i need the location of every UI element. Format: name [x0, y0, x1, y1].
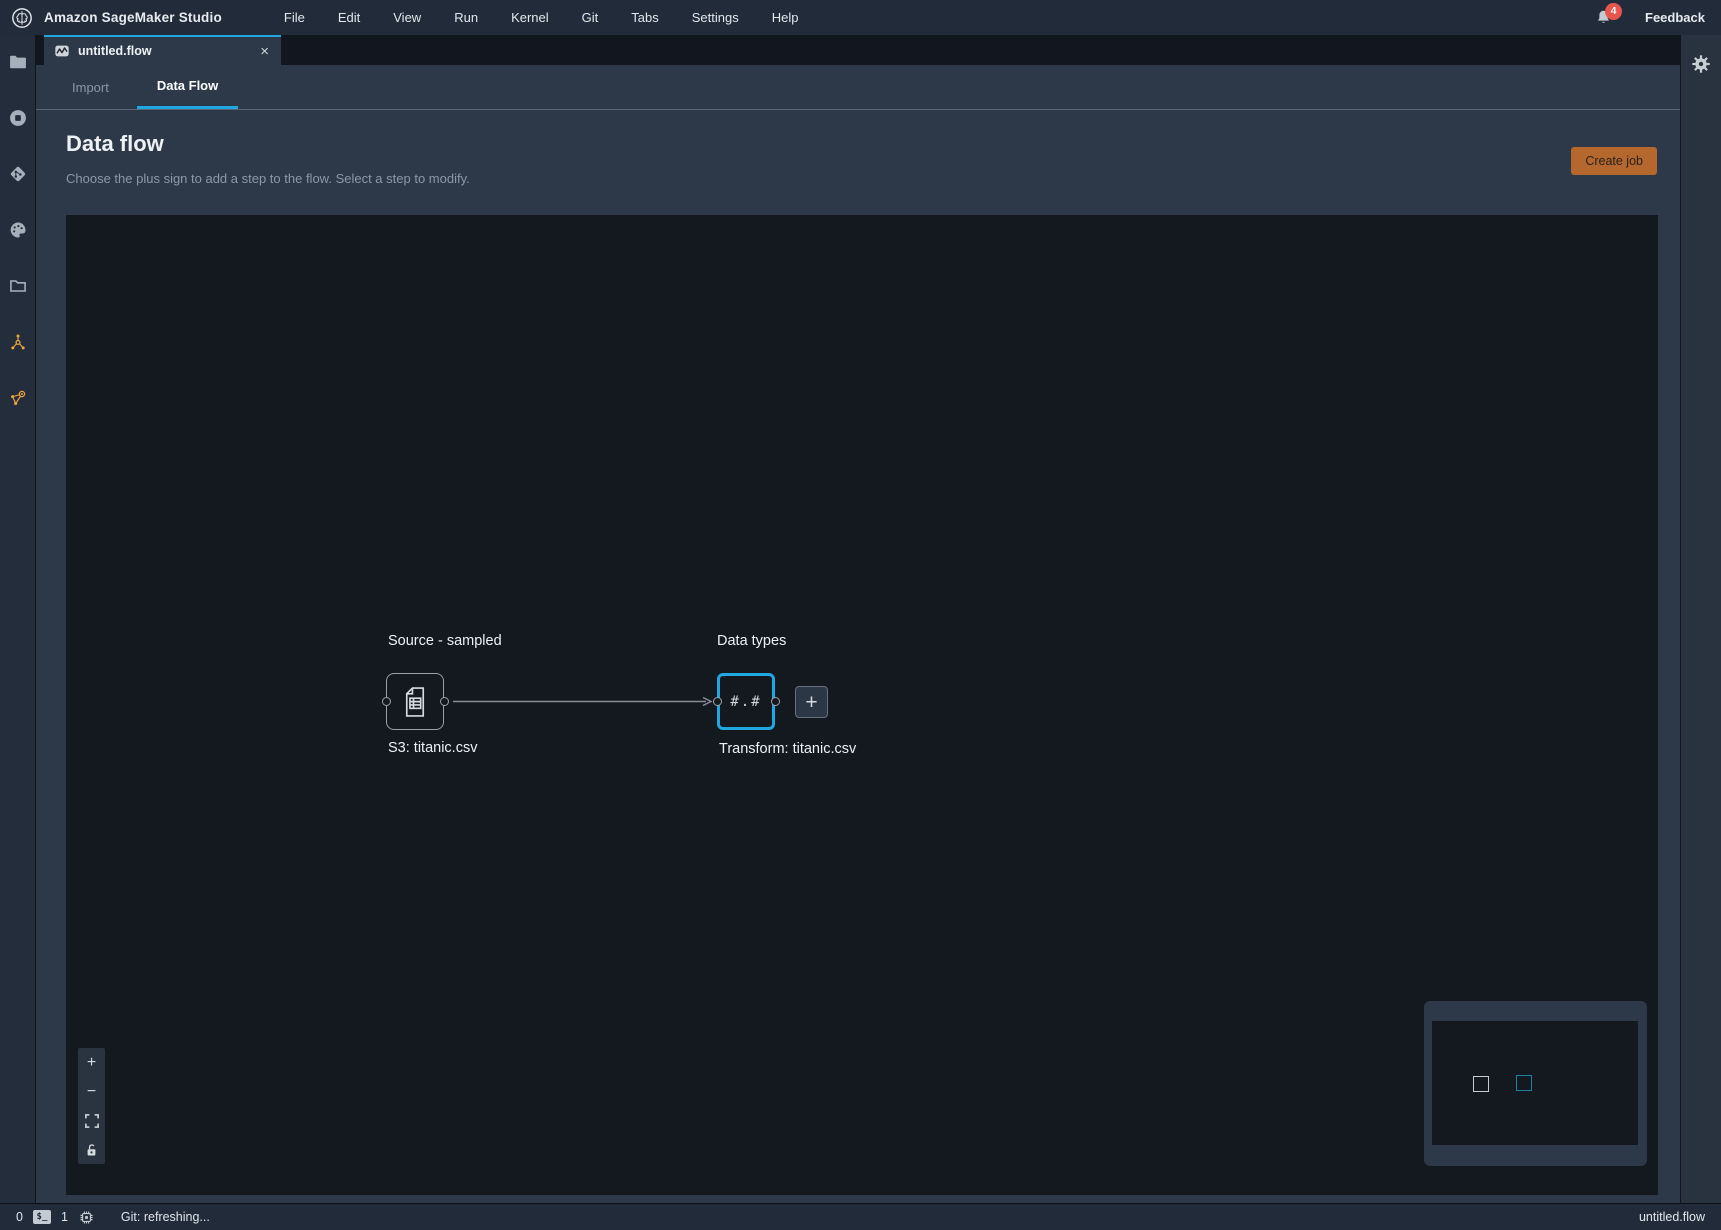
menu-edit[interactable]: Edit — [338, 10, 360, 25]
feedback-link[interactable]: Feedback — [1645, 10, 1705, 25]
experiments-network-icon[interactable] — [7, 331, 29, 353]
menu-settings[interactable]: Settings — [692, 10, 739, 25]
flow-edge — [66, 215, 1658, 1195]
menu-view[interactable]: View — [393, 10, 421, 25]
unlock-icon[interactable] — [78, 1135, 105, 1164]
git-status-text[interactable]: Git: refreshing... — [121, 1210, 210, 1224]
menu-git[interactable]: Git — [582, 10, 599, 25]
minimap-viewport — [1432, 1021, 1638, 1145]
canvas-zoom-controls: + − — [78, 1048, 105, 1164]
status-bar: 0 $_ 1 Git: refreshing... untitled.flow — [0, 1203, 1721, 1230]
zoom-in-button[interactable]: + — [78, 1048, 105, 1077]
transform-node[interactable]: #.# — [717, 673, 775, 730]
menu-kernel[interactable]: Kernel — [511, 10, 549, 25]
transform-node-title: Data types — [717, 633, 786, 649]
main-panel: untitled.flow × Import Data Flow Data fl… — [36, 35, 1680, 1203]
minimap-source-node — [1473, 1076, 1489, 1092]
tab-data-flow[interactable]: Data Flow — [137, 65, 238, 109]
kernel-terminal-indicator[interactable]: 0 $_ 1 — [16, 1209, 95, 1226]
minimap-transform-node — [1516, 1075, 1532, 1091]
file-browser-icon[interactable] — [7, 51, 29, 73]
tab-untitled-flow[interactable]: untitled.flow × — [44, 35, 281, 65]
flow-view-tabs: Import Data Flow — [36, 65, 1680, 110]
flow-file-icon — [54, 43, 70, 59]
source-node-input-port[interactable] — [382, 697, 391, 706]
page-title: Data flow — [66, 131, 164, 157]
add-step-button[interactable]: + — [795, 686, 828, 718]
notification-count-badge: 4 — [1605, 3, 1622, 20]
sagemaker-studio-window: Amazon SageMaker Studio File Edit View R… — [0, 0, 1721, 1230]
components-registries-icon[interactable] — [7, 387, 29, 409]
menu-file[interactable]: File — [284, 10, 305, 25]
document-tab-bar: untitled.flow × — [36, 35, 1680, 65]
source-node-label: S3: titanic.csv — [388, 740, 477, 756]
statusbar-filename: untitled.flow — [1639, 1210, 1705, 1224]
tab-label: untitled.flow — [78, 44, 250, 58]
git-icon[interactable] — [7, 163, 29, 185]
source-node-title: Source - sampled — [388, 633, 502, 649]
page-subtitle: Choose the plus sign to add a step to th… — [66, 171, 470, 186]
tab-close-icon[interactable]: × — [258, 44, 271, 59]
terminals-count: 0 — [16, 1210, 23, 1224]
terminal-icon: $_ — [33, 1210, 51, 1224]
left-activity-sidebar — [0, 35, 36, 1203]
open-tabs-icon[interactable] — [7, 275, 29, 297]
data-types-glyph: #.# — [730, 694, 761, 710]
top-menu-bar: Amazon SageMaker Studio File Edit View R… — [0, 0, 1721, 35]
app-title: Amazon SageMaker Studio — [44, 10, 222, 25]
canvas-minimap[interactable] — [1424, 1001, 1647, 1166]
kernel-chip-icon — [78, 1209, 95, 1226]
tab-import[interactable]: Import — [62, 65, 119, 109]
notifications-bell-icon[interactable]: 4 — [1591, 6, 1615, 30]
data-flow-header: Data flow Choose the plus sign to add a … — [36, 111, 1680, 215]
source-node[interactable] — [386, 673, 444, 730]
menu-bar: File Edit View Run Kernel Git Tabs Setti… — [284, 10, 799, 25]
transform-node-input-port[interactable] — [713, 697, 722, 706]
source-node-output-port[interactable] — [440, 697, 449, 706]
menu-tabs[interactable]: Tabs — [631, 10, 658, 25]
csv-document-icon — [397, 683, 433, 721]
sagemaker-logo-icon — [10, 6, 34, 30]
transform-node-label: Transform: titanic.csv — [719, 741, 856, 757]
running-kernels-icon[interactable] — [7, 107, 29, 129]
kernels-count: 1 — [61, 1210, 68, 1224]
transform-node-output-port[interactable] — [771, 697, 780, 706]
flow-canvas[interactable]: Source - sampled S3: titanic.csv Data ty… — [66, 215, 1658, 1195]
create-job-button[interactable]: Create job — [1571, 147, 1657, 175]
commands-palette-icon[interactable] — [7, 219, 29, 241]
fit-view-icon[interactable] — [78, 1106, 105, 1135]
menu-run[interactable]: Run — [454, 10, 478, 25]
right-settings-strip — [1680, 35, 1721, 1203]
menu-help[interactable]: Help — [772, 10, 799, 25]
flow-settings-gear-icon[interactable] — [1690, 53, 1712, 75]
zoom-out-button[interactable]: − — [78, 1077, 105, 1106]
